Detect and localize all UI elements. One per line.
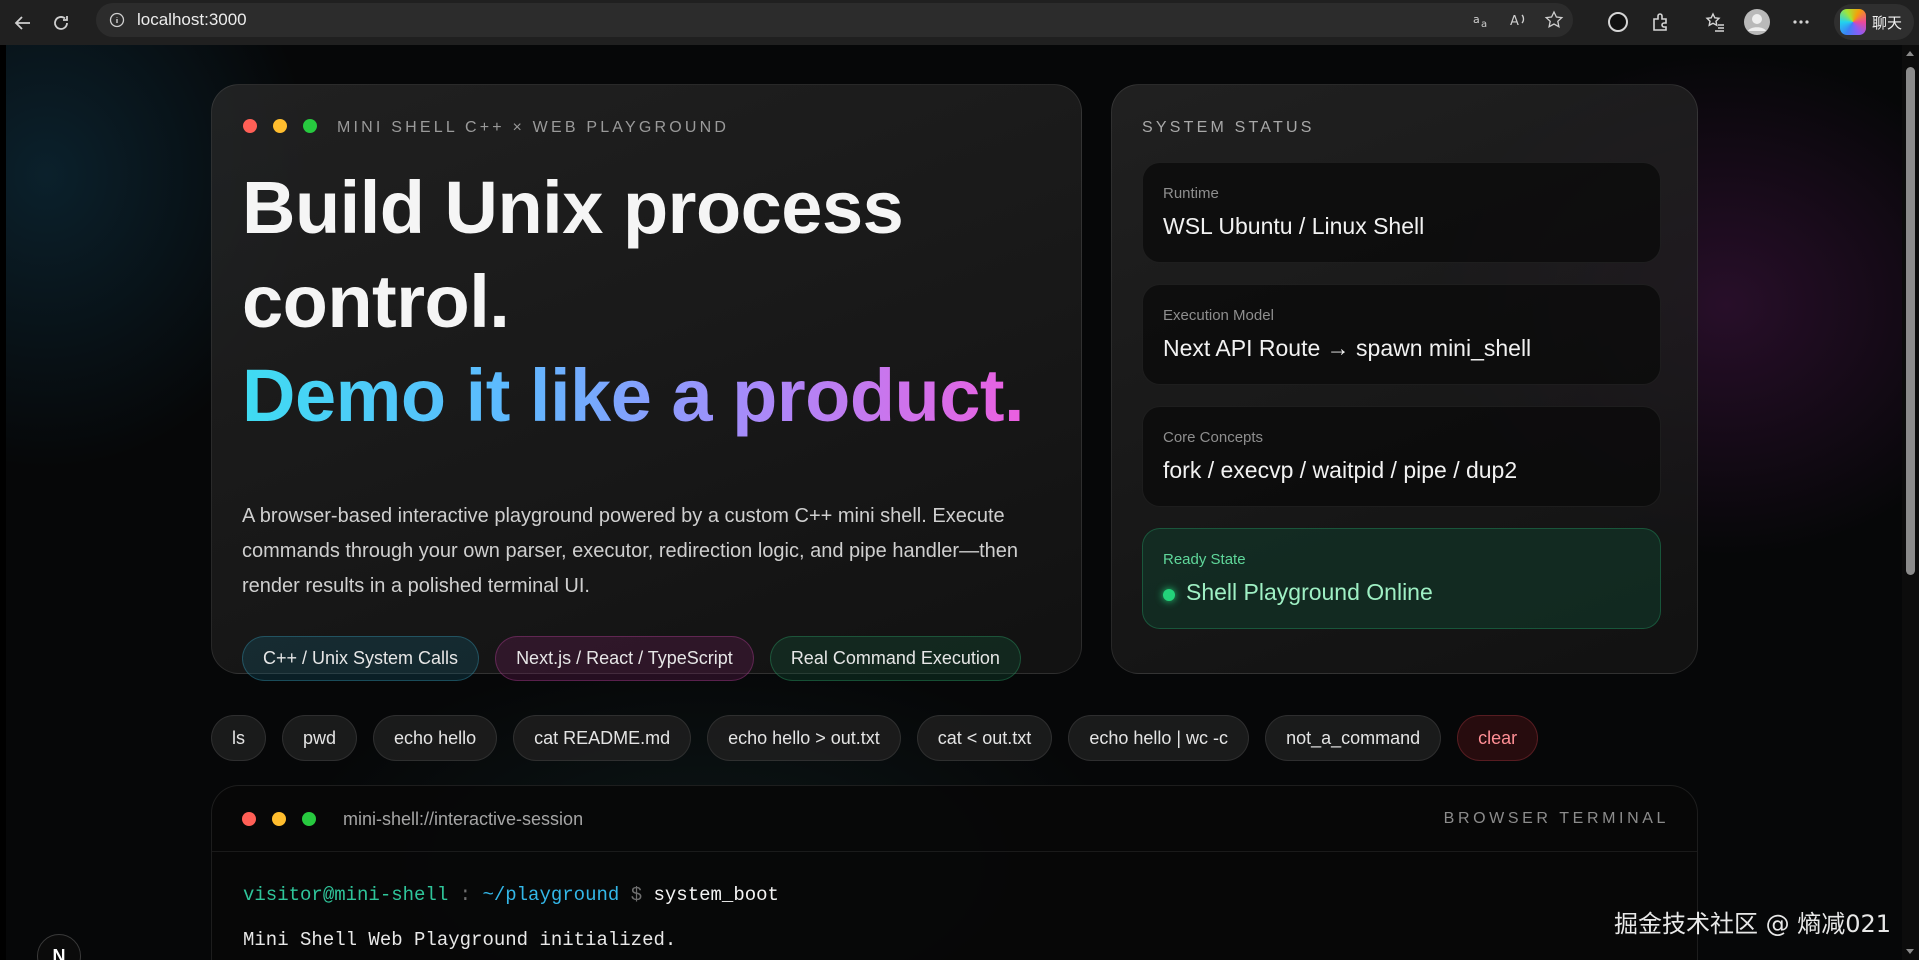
scroll-thumb[interactable] — [1906, 67, 1915, 575]
prompt-symbol: $ — [630, 884, 643, 906]
svg-text:A: A — [1510, 14, 1519, 29]
favorites-list-icon[interactable] — [1699, 6, 1731, 38]
command-chip-pwd[interactable]: pwd — [282, 715, 358, 761]
extension-record-icon[interactable] — [1602, 6, 1634, 38]
status-ready-state: Ready State Shell Playground Online — [1142, 528, 1661, 629]
status-value: Shell Playground Online — [1186, 579, 1433, 605]
terminal-title-bar: mini-shell://interactive-session BROWSER… — [212, 786, 1697, 852]
tag-cpp: C++ / Unix System Calls — [242, 636, 480, 681]
svg-text:a: a — [1481, 19, 1487, 30]
status-label: Core Concepts — [1163, 429, 1264, 446]
terminal-kind-label: BROWSER TERMINAL — [1443, 810, 1669, 827]
favorite-star-icon[interactable] — [1541, 7, 1567, 33]
status-label: Runtime — [1163, 185, 1219, 202]
green-dot-icon — [302, 812, 316, 826]
translate-icon[interactable]: aa — [1469, 7, 1495, 33]
terminal-output-line: Mini Shell Web Playground initialized. — [243, 929, 677, 951]
command-chip-invalid[interactable]: not_a_command — [1265, 715, 1442, 761]
command-chip-pipe[interactable]: echo hello | wc -c — [1068, 715, 1250, 761]
scroll-down-icon[interactable] — [1906, 949, 1914, 954]
terminal-window-dots — [242, 812, 316, 826]
system-status-card: SYSTEM STATUS Runtime WSL Ubuntu / Linux… — [1111, 84, 1698, 674]
read-aloud-icon[interactable]: A — [1505, 7, 1531, 33]
copilot-label: 聊天 — [1872, 13, 1903, 32]
yellow-dot-icon — [273, 119, 287, 133]
page-scrollbar[interactable] — [1902, 45, 1919, 960]
status-value: fork / execvp / waitpid / pipe / dup2 — [1163, 457, 1518, 483]
tech-tags: C++ / Unix System Calls Next.js / React … — [242, 636, 1021, 681]
site-info-icon[interactable] — [108, 11, 126, 29]
copilot-chat-button[interactable]: 聊天 — [1834, 4, 1914, 40]
terminal-prompt-line: visitor@mini-shell : ~/playground $ syst… — [243, 884, 779, 906]
window-dots — [243, 119, 317, 133]
command-chip-cat-readme[interactable]: cat README.md — [513, 715, 692, 761]
status-label: Ready State — [1163, 551, 1246, 568]
refresh-icon[interactable] — [46, 8, 76, 38]
headline-gradient-line: Demo it like a product. — [242, 354, 1025, 437]
copilot-icon — [1840, 9, 1866, 35]
headline-line-1: Build Unix process — [242, 166, 904, 249]
command-chip-redirect-in[interactable]: cat < out.txt — [916, 715, 1053, 761]
prompt-path: ~/playground — [482, 884, 620, 906]
red-dot-icon — [242, 812, 256, 826]
status-title: SYSTEM STATUS — [1142, 119, 1315, 136]
scroll-up-icon[interactable] — [1906, 51, 1914, 56]
headline-line-2: control. — [242, 260, 510, 343]
hero-card: MINI SHELL C++ × WEB PLAYGROUND Build Un… — [211, 84, 1082, 681]
online-indicator-icon — [1163, 589, 1175, 601]
watermark-text: 掘金技术社区 @ 熵减021 — [1614, 910, 1892, 938]
browser-terminal[interactable]: mini-shell://interactive-session BROWSER… — [211, 785, 1698, 960]
status-runtime: Runtime WSL Ubuntu / Linux Shell — [1142, 162, 1661, 263]
tag-real-exec: Real Command Execution — [769, 636, 1021, 681]
hero-headline: Build Unix process control. Demo it like… — [242, 161, 1025, 443]
svg-text:a: a — [1473, 13, 1480, 26]
green-dot-icon — [303, 119, 317, 133]
extensions-puzzle-icon[interactable] — [1645, 6, 1677, 38]
back-icon[interactable] — [8, 8, 38, 38]
status-execution-model: Execution Model Next API Route → spawn m… — [1142, 284, 1661, 385]
yellow-dot-icon — [272, 812, 286, 826]
url-text[interactable]: localhost:3000 — [137, 10, 247, 30]
status-value: WSL Ubuntu / Linux Shell — [1163, 213, 1425, 239]
command-chip-echo[interactable]: echo hello — [373, 715, 498, 761]
tag-nextjs: Next.js / React / TypeScript — [495, 636, 754, 681]
command-chip-ls[interactable]: ls — [211, 715, 266, 761]
profile-avatar-icon[interactable] — [1741, 6, 1773, 38]
page-viewport: MINI SHELL C++ × WEB PLAYGROUND Build Un… — [6, 45, 1902, 960]
command-chip-redirect-out[interactable]: echo hello > out.txt — [707, 715, 901, 761]
terminal-session-name: mini-shell://interactive-session — [343, 809, 584, 829]
hero-eyebrow: MINI SHELL C++ × WEB PLAYGROUND — [337, 119, 730, 136]
red-dot-icon — [243, 119, 257, 133]
address-bar[interactable]: localhost:3000 aa A — [96, 3, 1573, 37]
prompt-separator: : — [459, 884, 472, 906]
status-value: Next API Route → spawn mini_shell — [1163, 335, 1532, 361]
command-shortcuts: ls pwd echo hello cat README.md echo hel… — [211, 715, 1539, 761]
browser-toolbar: localhost:3000 aa A 聊天 — [0, 0, 1919, 45]
nextjs-dev-badge[interactable]: N — [37, 934, 81, 960]
prompt-user: visitor@mini-shell — [243, 884, 449, 906]
prompt-command: system_boot — [653, 884, 779, 906]
more-menu-icon[interactable] — [1785, 6, 1817, 38]
status-label: Execution Model — [1163, 307, 1274, 324]
hero-description: A browser-based interactive playground p… — [242, 505, 1019, 597]
clear-button[interactable]: clear — [1457, 715, 1539, 761]
status-core-concepts: Core Concepts fork / execvp / waitpid / … — [1142, 406, 1661, 507]
